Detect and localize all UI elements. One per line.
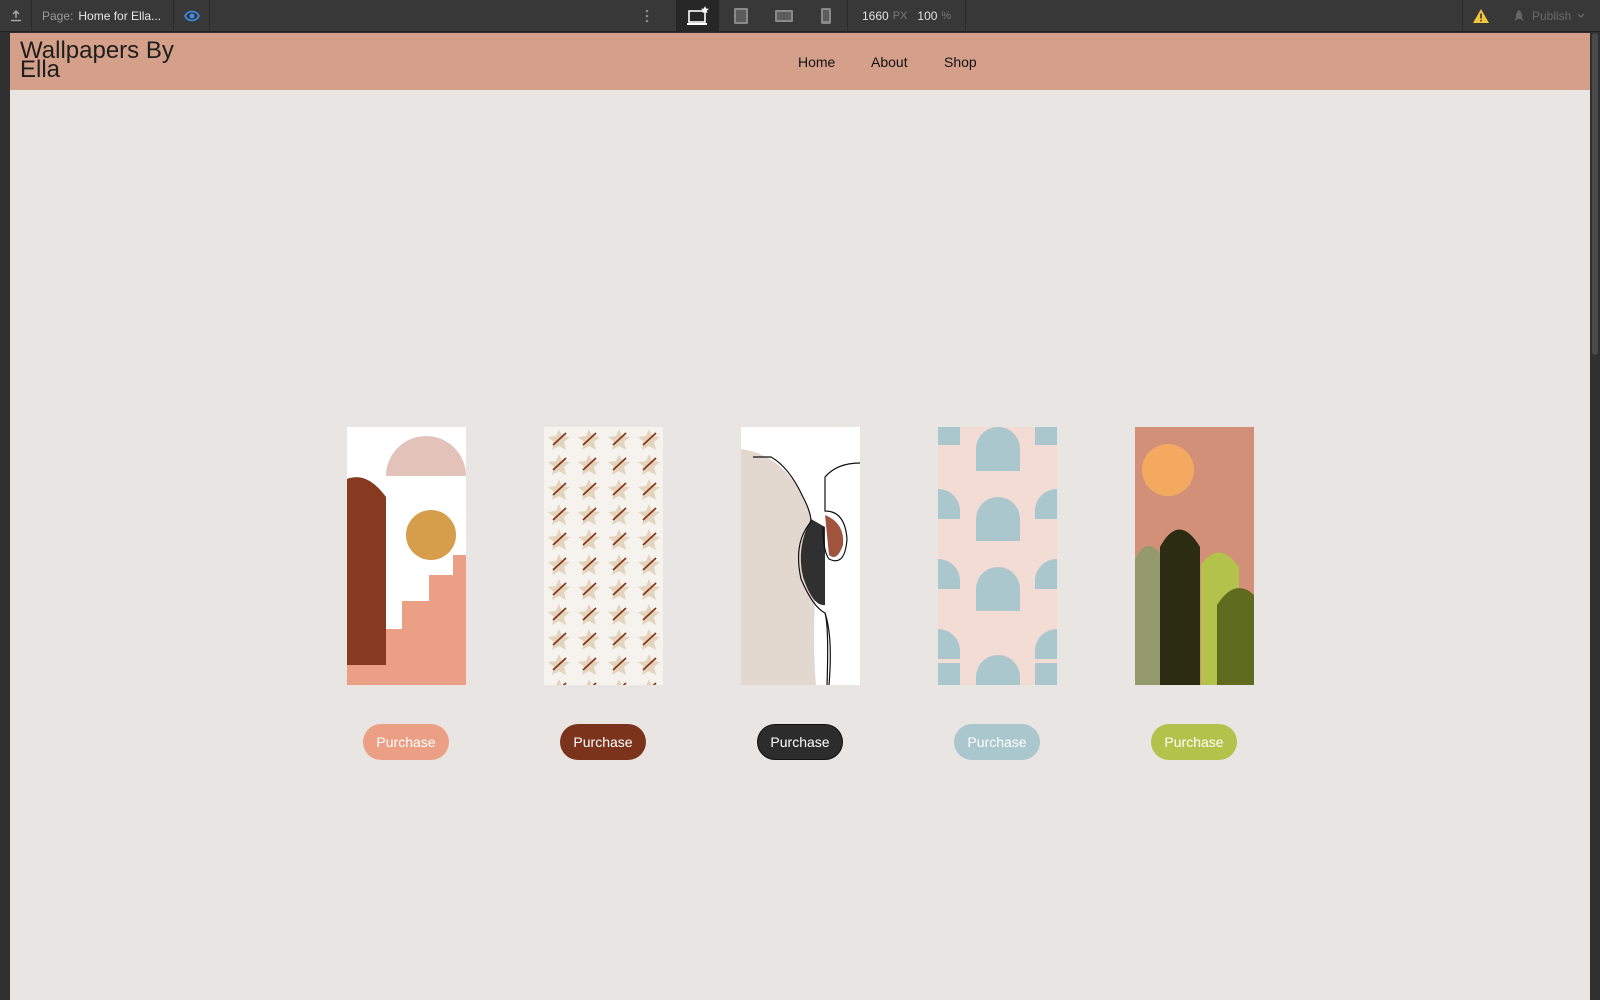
canvas-size-controls[interactable]: 1660 PX 100 % [858,0,966,32]
export-button[interactable] [0,0,32,32]
breakpoint-desktop-button[interactable] [676,0,719,32]
canvas-zoom-unit: % [941,10,952,22]
purchase-button-label: Purchase [376,734,436,750]
product-image-4[interactable] [938,427,1057,685]
arches-stairs-sun-icon [347,427,466,685]
purchase-button-label: Purchase [967,734,1027,750]
star-pattern-icon [544,427,663,685]
line-art-face-icon [741,427,860,685]
page-selector[interactable]: Page: Home for Ella... [32,0,174,32]
page-selector-label: Page: [42,9,74,23]
canvas-zoom-value[interactable]: 100 [917,9,937,23]
half-circle-pattern-icon [938,427,1057,685]
chevron-down-icon [1577,13,1585,18]
purchase-button-5[interactable]: Purchase [1151,724,1237,760]
preview-button[interactable] [174,0,210,32]
breakpoint-tablet-button[interactable] [719,0,762,32]
more-vertical-icon[interactable] [640,0,654,32]
purchase-button-label: Purchase [1164,734,1224,750]
product-image-1[interactable] [347,427,466,685]
canvas-scrollbar-thumb[interactable] [1592,33,1598,355]
canvas-scrollbar[interactable] [1590,33,1600,1000]
publish-button[interactable]: Publish [1498,0,1600,32]
canvas-width-value[interactable]: 1660 [862,9,889,23]
editor-toolbar: Page: Home for Ella... 1660 PX 100 % Pub… [0,0,1600,32]
warning-icon [1472,9,1489,23]
tablet-landscape-icon [774,10,793,22]
export-icon [10,10,21,22]
site-logo[interactable]: Wallpapers By Ella [20,39,210,82]
purchase-button-2[interactable]: Purchase [560,724,646,760]
purchase-button-label: Purchase [573,734,633,750]
product-image-3[interactable] [741,427,860,685]
mobile-icon [821,8,831,24]
nav-about-link[interactable]: About [871,54,908,70]
rocket-icon [1514,10,1524,21]
breakpoint-mobile-button[interactable] [805,0,848,32]
design-canvas[interactable]: Wallpapers By Ella Home About Shop Purch… [10,33,1590,1000]
tablet-icon [733,8,748,24]
site-header: Wallpapers By Ella Home About Shop [10,33,1590,90]
canvas-width-unit: PX [892,10,908,22]
purchase-button-4[interactable]: Purchase [954,724,1040,760]
desktop-star-icon [686,6,709,25]
warning-button[interactable] [1462,0,1498,32]
nav-shop-link[interactable]: Shop [944,54,977,70]
cactus-sunset-icon [1135,427,1254,685]
nav-home-link[interactable]: Home [798,54,835,70]
page-selector-value: Home for Ella... [78,9,162,23]
purchase-button-label: Purchase [770,734,830,750]
product-image-5[interactable] [1135,427,1254,685]
eye-icon [183,10,200,22]
purchase-button-3[interactable]: Purchase [757,724,843,760]
product-image-2[interactable] [544,427,663,685]
publish-label: Publish [1532,9,1572,23]
breakpoint-tablet-landscape-button[interactable] [762,0,805,32]
purchase-button-1[interactable]: Purchase [363,724,449,760]
